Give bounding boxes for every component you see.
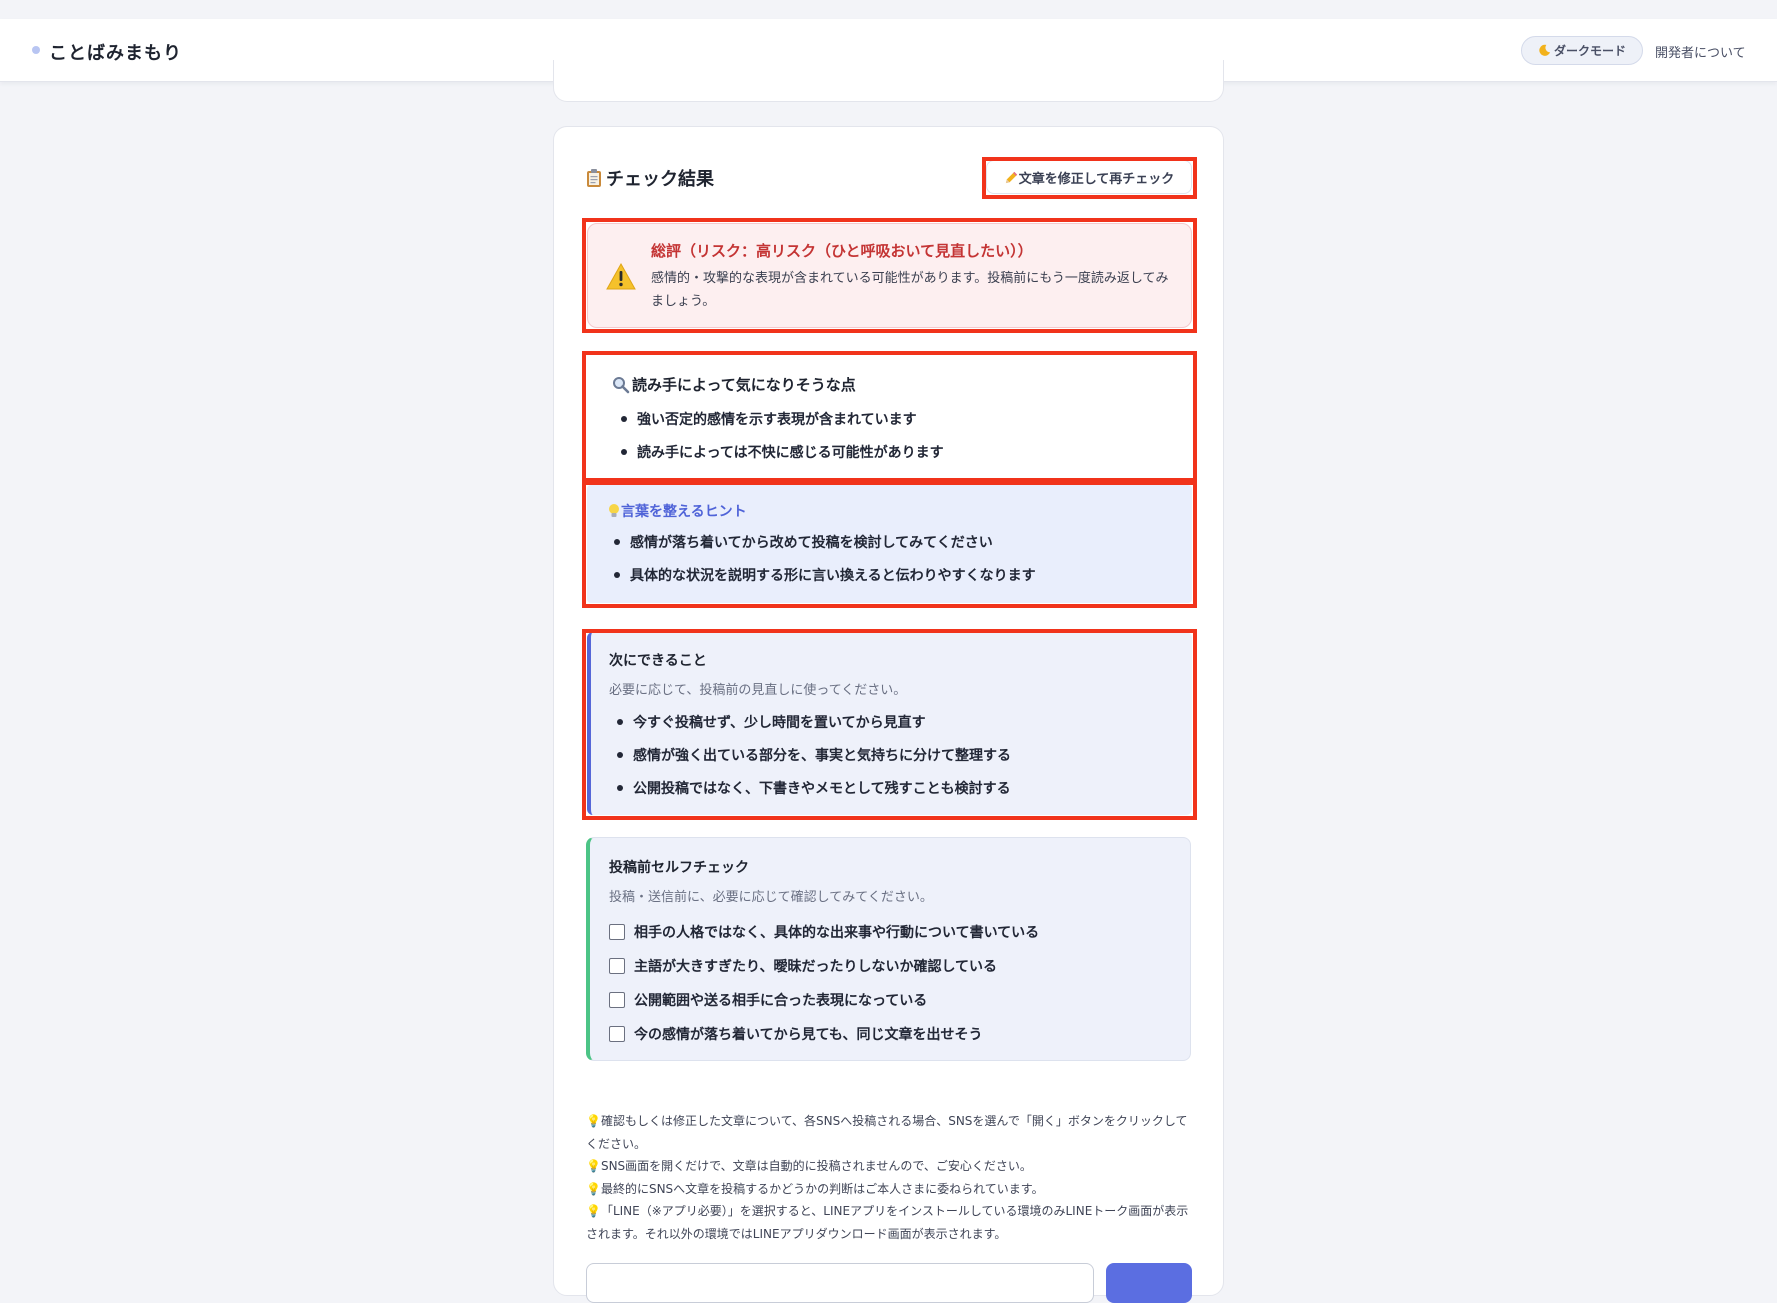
sns-select[interactable] [586,1263,1094,1303]
note-line: 💡SNS画面を開くだけで、文章は自動的に投稿されませんので、ご安心ください。 [586,1155,1196,1178]
result-title: チェック結果 [584,165,714,191]
highlight-box [582,351,1197,482]
moon-icon [1539,44,1551,56]
self-check-subtitle: 投稿・送信前に、必要に応じて確認してみてください。 [609,890,933,905]
about-link[interactable]: 開発者について [1655,42,1746,61]
input-card-bottom [553,60,1224,102]
self-check-item-label: 主語が大きすぎたり、曖昧だったりしないか確認している [634,959,998,975]
dot-icon [32,46,40,54]
note-line: 💡「LINE（※アプリ必要）」を選択すると、LINEアプリをインストールしている… [586,1200,1196,1245]
highlight-box [982,157,1197,199]
checkbox[interactable] [609,992,625,1008]
highlight-box [582,629,1197,820]
self-check-item[interactable]: 今の感情が落ち着いてから見ても、同じ文章を出せそう [609,1024,982,1044]
clipboard-icon [587,169,601,187]
lightbulb-icon: 💡 [586,1181,601,1196]
checkbox[interactable] [609,1026,625,1042]
highlight-box [582,481,1197,608]
note-text: 「LINE（※アプリ必要）」を選択すると、LINEアプリをインストールしている環… [586,1204,1189,1241]
highlight-box [582,218,1197,333]
self-check-item-label: 今の感情が落ち着いてから見ても、同じ文章を出せそう [634,1027,983,1043]
self-check-item-label: 公開範囲や送る相手に合った表現になっている [634,993,928,1009]
lightbulb-icon: 💡 [586,1204,601,1219]
dark-mode-label: ダークモード [1553,44,1626,58]
checkbox[interactable] [609,924,625,940]
self-check-item[interactable]: 公開範囲や送る相手に合った表現になっている [609,990,927,1010]
self-check-title: 投稿前セルフチェック [609,860,749,876]
note-text: 最終的にSNSへ文章を投稿するかどうかの判断はご本人さまに委ねられています。 [600,1181,1044,1196]
lightbulb-icon: 💡 [586,1159,601,1174]
lightbulb-icon: 💡 [586,1114,601,1128]
sns-notes: 💡確認もしくは修正した文章について、各SNSへ投稿される場合、SNSを選んで「開… [586,1110,1196,1246]
note-text: 確認もしくは修正した文章について、各SNSへ投稿される場合、SNSを選んで「開く… [586,1114,1188,1151]
app-title[interactable]: ことばみまもり [49,39,182,65]
note-line: 💡最終的にSNSへ文章を投稿するかどうかの判断はご本人さまに委ねられています。 [586,1178,1196,1201]
note-line: 💡確認もしくは修正した文章について、各SNSへ投稿される場合、SNSを選んで「開… [586,1110,1196,1155]
note-text: SNS画面を開くだけで、文章は自動的に投稿されませんので、ご安心ください。 [600,1159,1032,1174]
result-title-text: チェック結果 [606,169,714,190]
self-check-item[interactable]: 相手の人格ではなく、具体的な出来事や行動について書いている [609,922,1039,942]
self-check-item[interactable]: 主語が大きすぎたり、曖昧だったりしないか確認している [609,956,997,976]
self-check-item-label: 相手の人格ではなく、具体的な出来事や行動について書いている [634,925,1040,941]
checkbox[interactable] [609,958,625,974]
top-strip [0,0,1777,19]
dark-mode-toggle[interactable]: ダークモード [1521,36,1643,65]
open-button[interactable] [1106,1263,1192,1303]
